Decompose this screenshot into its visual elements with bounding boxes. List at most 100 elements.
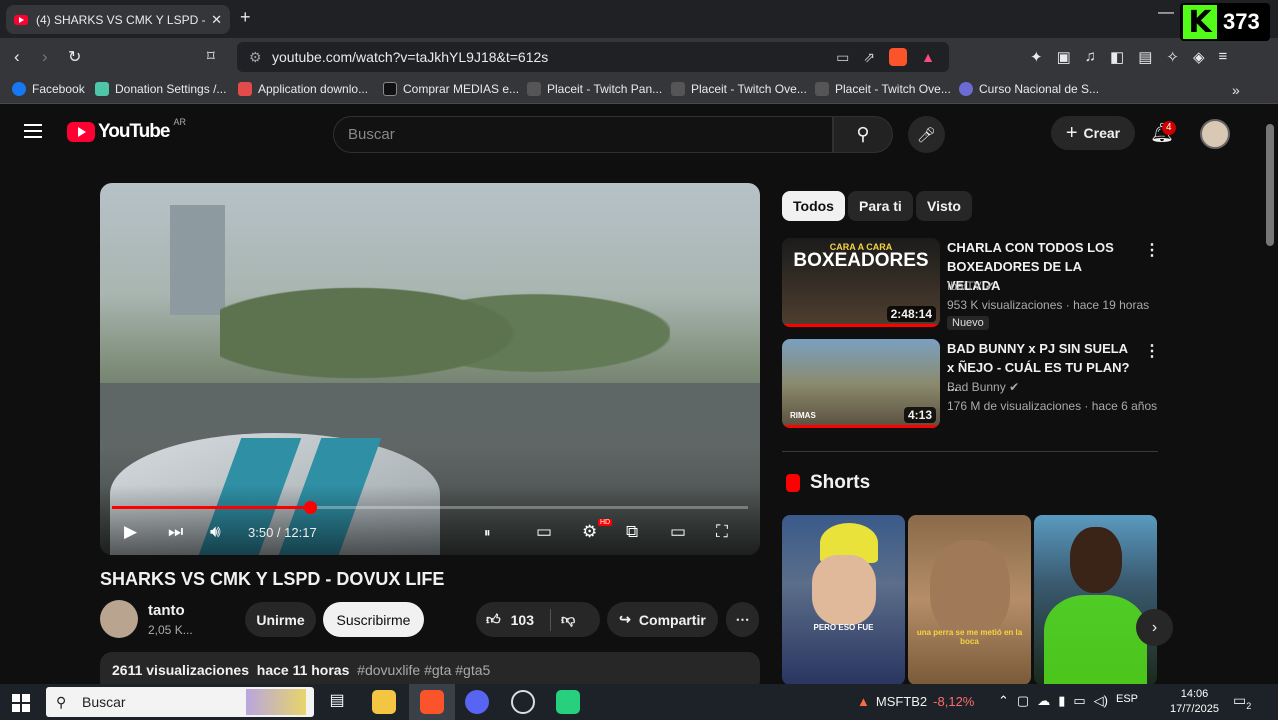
next-icon[interactable]: ⏭︎ — [168, 522, 183, 542]
file-explorer-icon[interactable] — [372, 690, 396, 714]
back-icon[interactable]: ‹ — [14, 47, 20, 67]
windows-start-icon[interactable] — [12, 694, 30, 712]
extensions-icon[interactable]: ✦ — [1030, 48, 1043, 66]
brave-browser-icon[interactable] — [420, 690, 444, 714]
share-button[interactable]: ↪ Compartir — [607, 602, 718, 637]
miniplayer-icon[interactable]: ⧉ — [626, 522, 638, 542]
site-info-icon[interactable]: ⚙ — [249, 42, 262, 72]
more-actions-icon[interactable]: ⋯ — [726, 602, 759, 637]
reading-icon[interactable]: ▣ — [1057, 48, 1071, 66]
browser-tab[interactable]: (4) SHARKS VS CMK Y LSPD - DOVUX LIFE ✕ — [6, 5, 230, 34]
media-icon[interactable]: ♫ — [1085, 48, 1096, 66]
language-indicator[interactable]: ESP — [1116, 693, 1138, 709]
avatar[interactable] — [1200, 119, 1230, 149]
chip-todos[interactable]: Todos — [782, 191, 845, 221]
kebab-menu-icon[interactable]: ⋮ — [1144, 341, 1160, 361]
minimize-button[interactable]: — — [1158, 4, 1174, 22]
leo-icon[interactable]: ✧ — [1166, 48, 1179, 66]
brave-shields-icon[interactable] — [889, 48, 908, 66]
search-input[interactable]: Buscar — [333, 116, 833, 153]
video-player[interactable]: ▶ ⏭︎ 🔊︎ 3:50 / 12:17 ⏸︎ ▭ ⚙ HD ⧉ ▭ ⛶ — [100, 183, 760, 555]
network-icon[interactable]: ▭ — [1073, 693, 1085, 709]
theater-icon[interactable]: ▭ — [670, 522, 686, 542]
channel-avatar[interactable] — [100, 600, 138, 638]
bookmark-item[interactable]: Placeit - Twitch Pan... — [527, 82, 662, 96]
shorts-next-button[interactable]: › — [1136, 609, 1173, 646]
vpn-icon[interactable]: ◈ — [1193, 48, 1205, 66]
view-count: 2611 visualizaciones — [112, 662, 249, 678]
bookmark-item[interactable]: Placeit - Twitch Ove... — [671, 82, 807, 96]
settings-icon[interactable]: ⚙ — [582, 522, 597, 542]
like-icon[interactable]: 👍︎ — [486, 611, 501, 628]
bookmark-icon[interactable]: ⌑ — [207, 47, 215, 65]
bookmark-item[interactable]: Comprar MEDIAS e... — [383, 82, 519, 96]
short-item[interactable]: PERO ESO FUE — [782, 515, 905, 684]
sidebar-icon[interactable]: ◧ — [1110, 48, 1124, 66]
dislike-icon[interactable]: 👎︎ — [561, 611, 575, 628]
plus-icon: + — [1065, 121, 1078, 144]
recommendation-channel[interactable]: IbaiTV ✔ — [947, 279, 995, 293]
chip-visto[interactable]: Visto — [916, 191, 972, 221]
more-bookmarks-icon[interactable]: » — [1232, 82, 1240, 98]
youtube-logo[interactable]: YouTube AR — [67, 117, 186, 143]
cloud-icon[interactable]: ☁ — [1037, 693, 1050, 709]
placeit-icon — [527, 82, 541, 96]
wallet-icon[interactable]: ▤ — [1138, 48, 1152, 66]
video-title: SHARKS VS CMK Y LSPD - DOVUX LIFE — [100, 569, 445, 589]
volume-icon[interactable]: 🔊︎ — [210, 522, 221, 542]
microphone-icon[interactable]: 🎤︎ — [908, 116, 945, 153]
task-view-icon[interactable]: ▤ — [325, 690, 349, 714]
menu-icon[interactable] — [24, 124, 42, 142]
hashtags[interactable]: #dovuxlife #gta #gta5 — [357, 662, 490, 678]
clock[interactable]: 14:06 17/7/2025 — [1170, 687, 1219, 717]
recommendation-item[interactable]: CARA A CARA BOXEADORES 2:48:14 CHARLA CO… — [782, 238, 1162, 330]
recommendation-item[interactable]: RIMAS 4:13 BAD BUNNY x PJ SIN SUELA x ÑE… — [782, 339, 1162, 431]
bookmark-item[interactable]: Facebook — [12, 82, 85, 96]
recommendation-channel[interactable]: Bad Bunny ✔ — [947, 380, 1019, 394]
bookmark-item[interactable]: Curso Nacional de S... — [959, 82, 1099, 96]
description-box[interactable]: 2611 visualizaciones hace 11 horas #dovu… — [100, 652, 760, 684]
short-item[interactable] — [1034, 515, 1157, 684]
play-icon[interactable]: ▶ — [124, 522, 137, 542]
progress-bar[interactable] — [112, 501, 748, 514]
video-thumbnail[interactable]: RIMAS 4:13 — [782, 339, 940, 428]
new-tab-button[interactable]: + — [240, 7, 251, 28]
bookmark-item[interactable]: Placeit - Twitch Ove... — [815, 82, 951, 96]
channel-name[interactable]: tanto — [148, 602, 185, 619]
cast-icon[interactable]: ▭ — [836, 42, 849, 72]
subtitles-icon[interactable]: ▭ — [536, 522, 552, 542]
create-button[interactable]: + Crear — [1051, 116, 1135, 150]
mic-icon[interactable]: ▮ — [1058, 693, 1065, 709]
discord-icon[interactable] — [465, 690, 489, 714]
close-tab-icon[interactable]: ✕ — [211, 12, 222, 28]
share-icon[interactable]: ⇗ — [863, 42, 875, 72]
tray-app-icon[interactable]: ▢ — [1017, 693, 1029, 709]
volume-icon[interactable]: ◁) — [1094, 693, 1108, 709]
obs-icon[interactable] — [511, 690, 535, 714]
autoplay-toggle[interactable]: ⏸︎ — [484, 525, 491, 541]
taskbar-search[interactable]: ⚲ Buscar — [46, 687, 314, 717]
url-field[interactable]: ⚙ youtube.com/watch?v=taJkhYL9J18&t=612s… — [237, 42, 949, 72]
like-count[interactable]: 103 — [511, 612, 534, 628]
tray-expand-icon[interactable]: ⌃ — [998, 693, 1009, 709]
brave-rewards-icon[interactable]: ▲ — [921, 42, 935, 72]
short-item[interactable]: una perra se me metió en la boca — [908, 515, 1031, 684]
kebab-menu-icon[interactable]: ⋮ — [1144, 240, 1160, 260]
bookmark-item[interactable]: Donation Settings /... — [95, 82, 226, 96]
menu-icon[interactable]: ≡ — [1219, 48, 1228, 66]
reload-icon[interactable]: ↻ — [68, 47, 81, 67]
notification-center-icon[interactable]: ▭2 — [1233, 692, 1251, 711]
search-icon[interactable]: ⚲ — [833, 116, 893, 153]
subscribe-button[interactable]: Suscribirme — [323, 602, 424, 637]
stock-widget[interactable]: ▲ MSFTB2 -8,12% — [857, 694, 974, 709]
page-scrollbar[interactable] — [1262, 104, 1278, 684]
short-caption: una perra se me metió en la boca — [916, 628, 1023, 646]
join-button[interactable]: Unirme — [245, 602, 316, 637]
bookmark-item[interactable]: Application downlo... — [238, 82, 368, 96]
chip-para-ti[interactable]: Para ti — [848, 191, 913, 221]
video-thumbnail[interactable]: CARA A CARA BOXEADORES 2:48:14 — [782, 238, 940, 327]
app-icon[interactable] — [556, 690, 580, 714]
fullscreen-icon[interactable]: ⛶ — [716, 522, 728, 542]
search-icon: ⚲ — [56, 694, 67, 710]
forward-icon[interactable]: › — [42, 47, 48, 67]
